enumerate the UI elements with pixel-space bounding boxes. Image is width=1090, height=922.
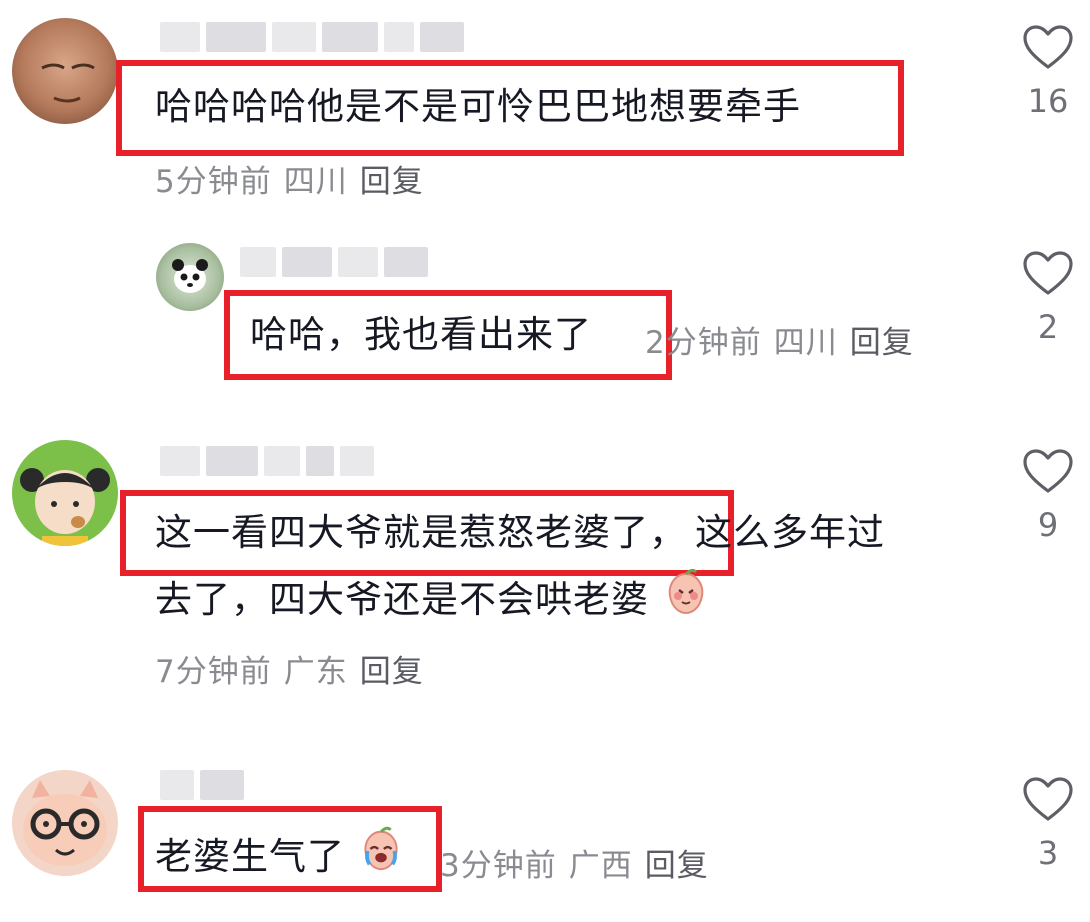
crying-peach-emoji-icon bbox=[358, 826, 404, 891]
comment-text-content: 老婆生气了 bbox=[155, 835, 345, 878]
heart-icon bbox=[1023, 777, 1073, 821]
reply-button[interactable]: 回复 bbox=[360, 164, 424, 200]
comment-text-line1: 这一看四大爷就是惹怒老婆了， 这么多年过 bbox=[155, 502, 885, 564]
face-icon bbox=[41, 63, 95, 103]
username-blurred[interactable] bbox=[160, 770, 244, 800]
user-avatar[interactable] bbox=[12, 770, 118, 876]
username-blurred[interactable] bbox=[240, 247, 428, 277]
heart-icon bbox=[1023, 25, 1073, 69]
comment-location: 四川 bbox=[283, 164, 348, 200]
comment-text: 哈哈，我也看出来了 bbox=[250, 313, 592, 356]
glasses-pig-icon bbox=[23, 780, 107, 866]
like-count: 3 bbox=[1037, 834, 1059, 872]
comment-location: 广西 bbox=[568, 848, 633, 884]
like-count: 9 bbox=[1037, 506, 1059, 544]
comment-meta: 2分钟前 四川 回复 bbox=[645, 317, 914, 362]
user-avatar[interactable] bbox=[12, 440, 118, 546]
comment-location: 四川 bbox=[773, 325, 838, 361]
comment-text-line2: 去了，四大爷还是不会哄老婆 bbox=[155, 568, 710, 635]
reply-button[interactable]: 回复 bbox=[360, 654, 424, 690]
like-button[interactable]: 9 bbox=[1018, 448, 1078, 544]
comment-meta: 5分钟前 四川 回复 bbox=[155, 156, 424, 201]
username-blurred[interactable] bbox=[160, 446, 374, 476]
comment-text-continued: 这么多年过 bbox=[695, 511, 885, 554]
reply-button[interactable]: 回复 bbox=[645, 848, 709, 884]
comment-text-line2-content: 去了，四大爷还是不会哄老婆 bbox=[155, 578, 649, 621]
cartoon-girl-icon bbox=[20, 468, 110, 546]
comment-time: 7分钟前 bbox=[155, 654, 272, 690]
user-avatar[interactable] bbox=[12, 18, 118, 124]
user-avatar[interactable] bbox=[156, 243, 224, 311]
comment-time: 3分钟前 bbox=[440, 848, 557, 884]
like-count: 2 bbox=[1037, 308, 1059, 346]
comment-text: 老婆生气了 bbox=[155, 826, 404, 891]
comment-text: 哈哈哈哈他是不是可怜巴巴地想要牵手 bbox=[155, 85, 801, 128]
heart-icon bbox=[1023, 449, 1073, 493]
comment-text-highlighted: 这一看四大爷就是惹怒老婆了， bbox=[155, 511, 687, 554]
like-count: 16 bbox=[1027, 82, 1069, 120]
comment-meta: 3分钟前 广西 回复 bbox=[440, 840, 709, 885]
comment-time: 2分钟前 bbox=[645, 325, 762, 361]
comment-meta: 7分钟前 广东 回复 bbox=[155, 646, 424, 691]
like-button[interactable]: 3 bbox=[1018, 776, 1078, 872]
comment-time: 5分钟前 bbox=[155, 164, 272, 200]
shy-peach-emoji-icon bbox=[662, 568, 710, 635]
like-button[interactable]: 16 bbox=[1018, 24, 1078, 120]
reply-button[interactable]: 回复 bbox=[850, 325, 914, 361]
panda-icon bbox=[172, 259, 208, 293]
username-blurred[interactable] bbox=[160, 22, 464, 52]
comment-location: 广东 bbox=[283, 654, 348, 690]
heart-icon bbox=[1023, 251, 1073, 295]
like-button[interactable]: 2 bbox=[1018, 250, 1078, 346]
